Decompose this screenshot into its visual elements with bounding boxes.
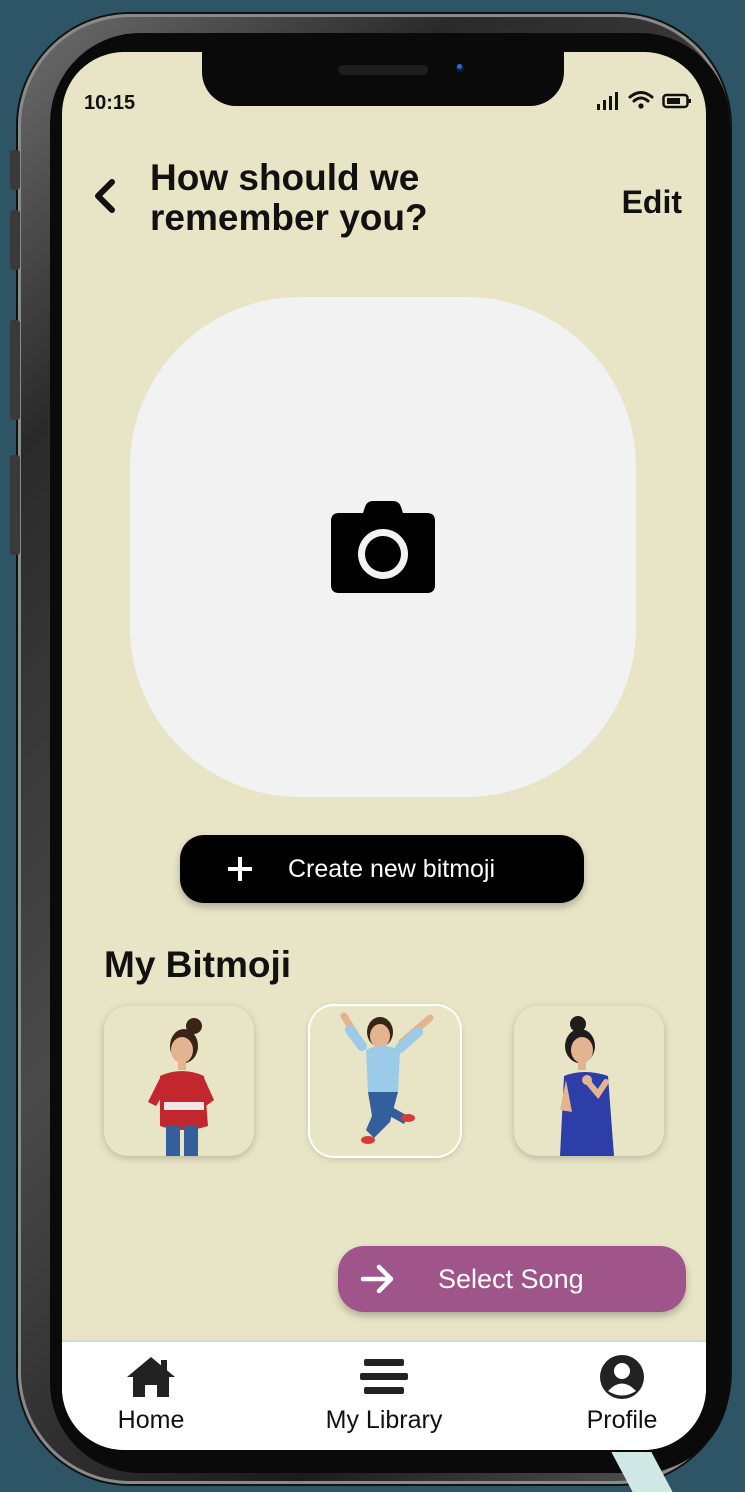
bottom-tab-bar: Home My Library Profile (62, 1340, 706, 1450)
notch (202, 52, 564, 106)
back-button[interactable] (88, 174, 122, 218)
photo-upload-area[interactable] (130, 297, 636, 797)
tab-home-label: Home (117, 1406, 185, 1434)
camera-icon (331, 501, 435, 593)
volume-down-button (10, 320, 20, 420)
blue-dress-bitmoji (560, 1016, 614, 1156)
side-button-left (10, 455, 20, 555)
edit-button[interactable]: Edit (622, 184, 682, 221)
library-icon (360, 1359, 408, 1394)
jumping-bitmoji (340, 1012, 434, 1144)
select-song-label: Select Song (438, 1263, 584, 1294)
signal-icon (597, 92, 618, 110)
arrow-right-icon (360, 1264, 394, 1294)
chevron-left-icon (95, 179, 115, 213)
create-bitmoji-label: Create new bitmoji (288, 854, 496, 883)
bitmoji-card-jumping[interactable] (310, 1006, 460, 1156)
tab-my-library[interactable]: My Library (314, 1342, 454, 1450)
bitmoji-card-blue-dress[interactable] (514, 1006, 664, 1156)
page-title: How should we remember you? (150, 157, 428, 238)
plus-icon (228, 857, 252, 881)
app-screen: 10:15 How should we remember you? Edit C… (62, 52, 706, 1450)
status-icons (596, 90, 692, 110)
red-sweater-bitmoji (148, 1018, 214, 1156)
speaker (338, 65, 428, 75)
status-time: 10:15 (84, 92, 136, 114)
front-camera (452, 60, 468, 76)
battery-icon (662, 93, 691, 109)
tab-profile[interactable]: Profile (572, 1342, 672, 1450)
home-icon (127, 1357, 175, 1397)
wifi-icon (628, 91, 654, 109)
create-bitmoji-button[interactable]: Create new bitmoji (180, 835, 584, 903)
tab-home[interactable]: Home (100, 1342, 202, 1450)
bitmoji-section-title: My Bitmoji (104, 944, 292, 985)
bitmoji-card-red-sweater[interactable] (104, 1006, 254, 1156)
profile-icon (600, 1355, 644, 1399)
tab-my-library-label: My Library (325, 1406, 443, 1434)
mute-switch (10, 150, 20, 190)
tab-profile-label: Profile (586, 1406, 658, 1434)
volume-up-button (10, 210, 20, 270)
select-song-button[interactable]: Select Song (338, 1246, 686, 1312)
